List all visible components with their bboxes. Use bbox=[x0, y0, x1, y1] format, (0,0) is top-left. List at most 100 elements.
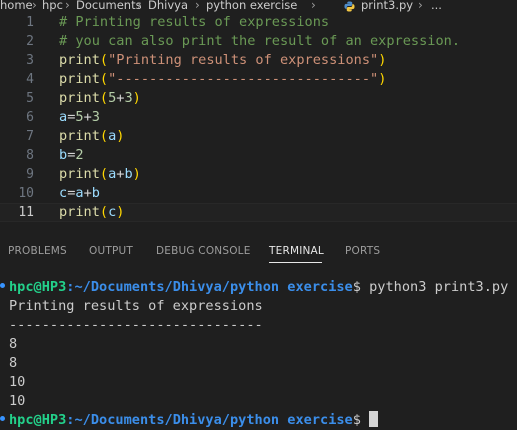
command-decoration-icon bbox=[0, 283, 5, 288]
code-line[interactable]: 9 print(a+b) bbox=[0, 165, 517, 184]
code-text: print(5+3) bbox=[59, 89, 141, 108]
command-decoration-icon bbox=[0, 416, 5, 421]
code-line[interactable]: 1 # Printing results of expressions bbox=[0, 13, 517, 32]
breadcrumb-item-file[interactable]: print3.py bbox=[361, 0, 413, 11]
code-token: print bbox=[59, 52, 100, 68]
tab-output[interactable]: OUTPUT bbox=[89, 245, 133, 257]
line-number: 8 bbox=[26, 148, 34, 163]
line-number: 9 bbox=[26, 167, 34, 182]
breadcrumb-item-ellipsis[interactable]: ... bbox=[431, 0, 442, 11]
code-token: b bbox=[59, 147, 68, 163]
code-text: print(a+b) bbox=[59, 165, 141, 184]
code-line[interactable]: 2 # you can also print the result of an e… bbox=[0, 32, 517, 51]
code-token: print bbox=[59, 166, 100, 182]
tab-ports[interactable]: PORTS bbox=[345, 245, 380, 257]
code-token: + bbox=[83, 185, 92, 201]
chevron-right-icon: › bbox=[195, 0, 200, 12]
line-number: 5 bbox=[26, 91, 34, 106]
code-token: b bbox=[91, 185, 100, 201]
code-token: "Printing results of expressions" bbox=[108, 52, 379, 68]
terminal-output-line: 8 bbox=[9, 336, 18, 352]
code-token: b bbox=[124, 166, 133, 182]
code-token: ) bbox=[132, 166, 141, 182]
prompt-user: hpc@HP3 bbox=[9, 279, 67, 295]
terminal-output-line: ------------------------------- bbox=[9, 317, 263, 333]
active-tab-indicator bbox=[269, 262, 322, 263]
breadcrumb-item-python-exercise[interactable]: python exercise bbox=[206, 0, 297, 11]
code-token: print bbox=[59, 128, 100, 144]
code-line[interactable]: 6 a=5+3 bbox=[0, 108, 517, 127]
code-token: ( bbox=[99, 90, 109, 106]
breadcrumb-item-documents[interactable]: Documents bbox=[76, 0, 142, 11]
code-token: # you can also print the result of an ex… bbox=[59, 33, 461, 49]
tab-problems[interactable]: PROBLEMS bbox=[8, 245, 67, 257]
terminal-output-line: 10 bbox=[9, 393, 26, 409]
code-token: print bbox=[59, 204, 100, 220]
breadcrumb-item-hpc[interactable]: hpc bbox=[42, 0, 63, 11]
code-text: print(a) bbox=[59, 127, 124, 146]
terminal-command-line: hpc@HP3:~/Documents/Dhivya/python exerci… bbox=[9, 278, 508, 297]
terminal[interactable]: hpc@HP3:~/Documents/Dhivya/python exerci… bbox=[0, 275, 517, 430]
code-token: ) bbox=[378, 52, 387, 68]
line-number: 6 bbox=[26, 110, 34, 125]
code-token: ( bbox=[99, 52, 109, 68]
code-token: 3 bbox=[124, 90, 133, 106]
code-text: print("-------------------------------") bbox=[59, 70, 386, 89]
terminal-output-line: 8 bbox=[9, 355, 18, 371]
line-number: 10 bbox=[18, 186, 34, 201]
code-line[interactable]: 7 print(a) bbox=[0, 127, 517, 146]
prompt-user: hpc@HP3 bbox=[9, 412, 67, 428]
chevron-right-icon: › bbox=[418, 0, 423, 12]
code-text: print("Printing results of expressions") bbox=[59, 51, 386, 70]
line-number: 7 bbox=[26, 129, 34, 144]
code-line[interactable]: 11 print(c) bbox=[0, 203, 517, 222]
terminal-cursor bbox=[369, 411, 379, 427]
code-text: b=2 bbox=[59, 146, 84, 165]
code-token: a bbox=[59, 109, 68, 125]
code-editor[interactable]: 1 # Printing results of expressions 2 # you… bbox=[0, 13, 517, 226]
chevron-right-icon: › bbox=[32, 0, 37, 12]
code-token: ( bbox=[99, 166, 109, 182]
code-text: print(c) bbox=[59, 204, 124, 221]
tab-debug-console[interactable]: DEBUG CONSOLE bbox=[156, 245, 251, 257]
code-token: ( bbox=[99, 204, 109, 220]
terminal-output-line: 10 bbox=[9, 374, 26, 390]
breadcrumb-item-dhivya[interactable]: Dhivya bbox=[148, 0, 188, 11]
code-token: # Printing results of expressions bbox=[59, 14, 330, 30]
line-number: 4 bbox=[26, 72, 34, 87]
terminal-command: python3 print3.py bbox=[369, 279, 509, 295]
code-token: ( bbox=[99, 128, 109, 144]
code-token: 5 bbox=[75, 109, 84, 125]
python-file-icon bbox=[344, 1, 355, 12]
code-line[interactable]: 8 b=2 bbox=[0, 146, 517, 165]
code-text: a=5+3 bbox=[59, 108, 100, 127]
line-number: 2 bbox=[26, 34, 34, 49]
code-token: ( bbox=[99, 71, 109, 87]
code-token: c bbox=[59, 185, 68, 201]
chevron-right-icon: › bbox=[137, 0, 142, 12]
code-line[interactable]: 5 print(5+3) bbox=[0, 89, 517, 108]
code-token: 3 bbox=[91, 109, 100, 125]
code-text: # you can also print the result of an ex… bbox=[59, 32, 460, 51]
line-number: 11 bbox=[18, 205, 34, 220]
code-token: + bbox=[83, 109, 92, 125]
terminal-output-line: Printing results of expressions bbox=[9, 298, 263, 314]
code-token: ) bbox=[116, 204, 125, 220]
code-line[interactable]: 10 c=a+b bbox=[0, 184, 517, 203]
code-token: ) bbox=[132, 90, 141, 106]
line-number: 3 bbox=[26, 53, 34, 68]
code-token: print bbox=[59, 90, 100, 106]
breadcrumb-item-home[interactable]: home bbox=[0, 0, 33, 11]
prompt-symbol: $ bbox=[352, 412, 370, 428]
code-line[interactable]: 4 print("-------------------------------"… bbox=[0, 70, 517, 89]
code-line[interactable]: 3 print("Printing results of expressions"… bbox=[0, 51, 517, 70]
code-text: # Printing results of expressions bbox=[59, 13, 329, 32]
code-token: ) bbox=[116, 128, 125, 144]
terminal-prompt-line[interactable]: hpc@HP3:~/Documents/Dhivya/python exerci… bbox=[9, 411, 379, 430]
tab-terminal[interactable]: TERMINAL bbox=[269, 245, 324, 257]
code-text: c=a+b bbox=[59, 184, 100, 203]
chevron-right-icon: › bbox=[311, 0, 316, 12]
prompt-symbol: $ bbox=[352, 279, 370, 295]
breadcrumb: home › hpc › Documents › Dhivya › python… bbox=[0, 0, 517, 13]
chevron-right-icon: › bbox=[65, 0, 70, 12]
